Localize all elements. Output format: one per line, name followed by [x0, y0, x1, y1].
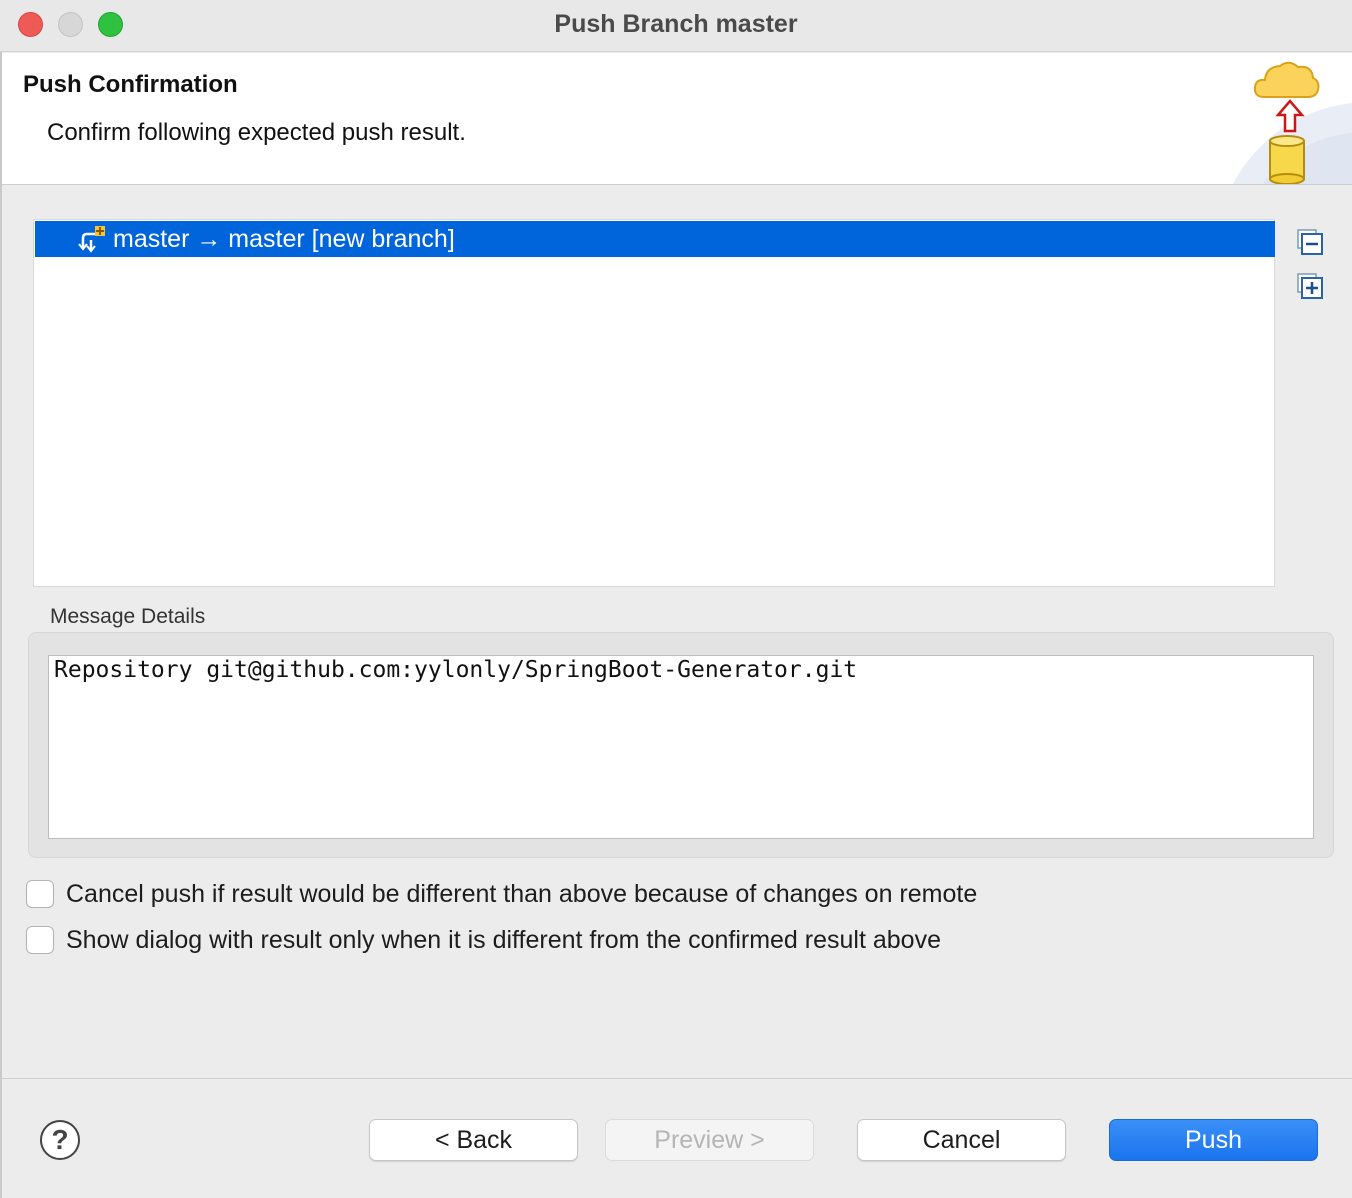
message-details-text[interactable]: Repository git@github.com:yylonly/Spring…	[48, 655, 1314, 839]
push-button[interactable]: Push	[1109, 1119, 1318, 1161]
message-details-label: Message Details	[50, 605, 206, 628]
expand-all-icon[interactable]	[1296, 272, 1324, 300]
page-title: Push Confirmation	[23, 71, 238, 98]
cancel-if-different-label[interactable]: Cancel push if result would be different…	[66, 880, 977, 909]
collapse-all-icon[interactable]	[1296, 228, 1324, 256]
tree-row-label: master → master [new branch]	[113, 225, 455, 253]
show-dialog-label[interactable]: Show dialog with result only when it is …	[66, 926, 941, 955]
tree-row[interactable]: master → master [new branch]	[35, 221, 1275, 257]
preview-button: Preview >	[605, 1119, 814, 1161]
window-title: Push Branch master	[554, 10, 798, 38]
back-button[interactable]: < Back	[369, 1119, 578, 1161]
cancel-button[interactable]: Cancel	[857, 1119, 1066, 1161]
cancel-if-different-checkbox[interactable]	[26, 880, 54, 908]
new-branch-icon	[78, 226, 105, 253]
title-bar: Push Branch master	[0, 0, 1352, 52]
push-result-tree[interactable]: master → master [new branch]	[33, 219, 1275, 587]
show-dialog-checkbox[interactable]	[26, 926, 54, 954]
wizard-header: Push Confirmation Confirm following expe…	[2, 53, 1352, 185]
page-description: Confirm following expected push result.	[47, 119, 466, 146]
window-left-edge	[0, 52, 2, 1198]
footer-divider	[2, 1078, 1352, 1079]
push-to-remote-icon	[1232, 61, 1352, 184]
help-icon[interactable]: ?	[40, 1120, 80, 1160]
